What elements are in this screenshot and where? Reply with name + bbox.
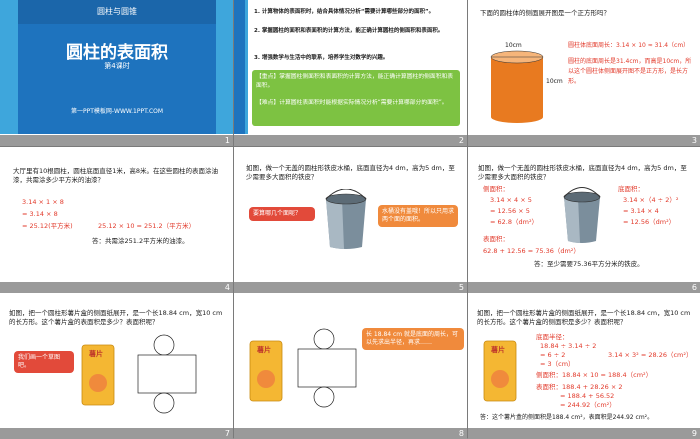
slide-number: 6 — [691, 283, 697, 292]
slide-9[interactable]: 如图，把一个圆柱形薯片盒的侧面纸展开，是一个长18.84 cm，宽10 cm的长… — [468, 293, 700, 439]
answer-line-1: 圆柱体底面周长：3.14 × 10 ≈ 31.4（cm） — [568, 42, 690, 49]
calc-line: 3.14 × 1 × 8 — [22, 198, 64, 206]
answer-text: 答：这个薯片盒的侧面积是188.4 cm²，表面积是244.92 cm²。 — [480, 414, 654, 421]
difficult-point: 【难点】计算圆柱表面积时能根据实际情况分析“需要计算哪部分的面积”。 — [256, 100, 448, 106]
calc-line: = 3.14 × 4 — [623, 207, 659, 215]
calc-line: = 188.4 + 56.52 — [560, 392, 615, 400]
slide-7[interactable]: 如图，把一个圆柱形薯片盒的侧面纸展开，是一个长18.84 cm，宽10 cm的长… — [0, 293, 233, 439]
bucket-icon — [322, 188, 370, 255]
speech-bubble-icon: 水桶没有盖哦！所以只用求两个面的面积。 — [378, 205, 458, 227]
surface-label: 表面积： — [483, 235, 509, 243]
calc-line: = 3.14 × 8 — [22, 210, 58, 218]
calc-line: = 12.56 × 5 — [490, 207, 530, 215]
footer-text: 第一PPT模板网-WWW.1PPT.COM — [70, 108, 164, 115]
answer-explanation: 圆柱的底面周长是31.4cm，而高是10cm，所以这个圆柱体侧面展开图不是正方形… — [568, 58, 692, 85]
base-area-line: 3.14 × 3² = 28.26（cm²） — [608, 351, 693, 359]
slide-number: 7 — [224, 429, 230, 438]
height-label: 10cm — [546, 78, 563, 85]
objective-3: 3. 增强数学与生活中的联系，培养学生对数学的兴趣。 — [254, 55, 389, 61]
calc-line: 25.12 × 10 = 251.2（平方米） — [98, 222, 196, 230]
can-label: 薯片 — [89, 350, 103, 358]
slide-number: 2 — [458, 136, 464, 145]
question-text: 如图，把一个圆柱形薯片盒的侧面纸展开，是一个长18.84 cm，宽10 cm的长… — [477, 309, 691, 326]
calc-line: 3.14 ×（4 ÷ 2）² — [623, 196, 679, 204]
answer-text: 答：共需涂251.2平方米的油漆。 — [92, 237, 189, 245]
side-label: 侧面积： — [483, 185, 509, 193]
slide-number: 4 — [224, 283, 230, 292]
slide-5[interactable]: 如图，做一个无盖的圆柱形铁皮水桶，底面直径为4 dm，高为5 dm，至少需要多大… — [234, 147, 467, 293]
key-point: 【重点】掌握圆柱侧面积和表面积的计算方法，能正确计算圆柱的侧面积和表面积。 — [256, 74, 454, 89]
question-text: 大厅里有10根圆柱，圆柱底面直径1米，高8米。在这些圆柱的表面涂油漆，共需涂多少… — [13, 167, 219, 184]
question-text: 如图，做一个无盖的圆柱形铁皮水桶，底面直径为4 dm，高为5 dm，至少需要多大… — [478, 164, 687, 181]
lesson-subtitle: 第4课时 — [104, 62, 130, 70]
calc-line: = 62.8（dm²） — [490, 218, 539, 226]
slide-2[interactable]: 1. 计算物体的表面积时，结合具体情况分析“需要计算哪些部分的面积”。 2. 掌… — [234, 0, 467, 146]
unit-title: 圆柱与圆锥 — [97, 7, 137, 16]
question-text: 如图，把一个圆柱形薯片盒的侧面纸展开，是一个长18.84 cm，宽10 cm的长… — [9, 309, 223, 326]
side-area-line: 侧面积：18.84 × 10 = 188.4（cm²） — [536, 371, 653, 379]
base-label: 底面积： — [618, 185, 644, 193]
question-text: 如图，做一个无盖的圆柱形铁皮水桶，底面直径为4 dm，高为5 dm，至少需要多大… — [246, 164, 455, 181]
slide-4[interactable]: 大厅里有10根圆柱，圆柱底面直径1米，高8米。在这些圆柱的表面涂油漆，共需涂多少… — [0, 147, 233, 293]
slide-number: 3 — [691, 136, 697, 145]
objective-2: 2. 掌握圆柱的面积和表面积的计算方法，能正确计算圆柱的侧面积和表面积。 — [254, 28, 444, 34]
radius-label: 底面半径： — [536, 333, 569, 341]
slide-number: 8 — [458, 429, 464, 438]
calc-line: 3.14 × 4 × 5 — [490, 196, 532, 204]
slide-8[interactable]: 薯片 长 18.84 cm 就是底面的周长，可以先求出半径，再求…… 8 — [234, 293, 467, 439]
calc-line: = 6 ÷ 2 — [540, 351, 566, 359]
lesson-title: 圆柱的表面积 — [66, 43, 168, 63]
speech-bubble-icon: 长 18.84 cm 就是底面的周长，可以先求出半径，再求…… — [362, 328, 464, 350]
net-diagram — [132, 333, 202, 419]
slide-1[interactable]: 圆柱与圆锥 圆柱的表面积 第4课时 第一PPT模板网-WWW.1PPT.COM … — [0, 0, 233, 146]
can-label: 薯片 — [491, 346, 505, 354]
diameter-label: 10cm — [505, 42, 522, 49]
calc-line: = 244.92（cm²） — [560, 401, 616, 409]
objective-1: 1. 计算物体的表面积时，结合具体情况分析“需要计算哪些部分的面积”。 — [254, 9, 435, 15]
question-text: 下面的圆柱体的侧面展开图是一个正方形吗？ — [480, 9, 610, 17]
slide-3[interactable]: 下面的圆柱体的侧面展开图是一个正方形吗？ 10cm 10cm 圆柱体底面周长：3… — [468, 0, 700, 146]
speech-bubble-icon: 我们画一个草图吧。 — [14, 351, 74, 373]
calc-line: = 12.56（dm²） — [623, 218, 676, 226]
net-diagram — [292, 327, 362, 413]
calc-line: 62.8 + 12.56 = 75.36（dm²） — [483, 247, 580, 255]
answer-text: 答：至少需要75.36平方分米的铁皮。 — [534, 260, 644, 268]
bucket-icon — [560, 187, 604, 249]
slide-6[interactable]: 如图，做一个无盖的圆柱形铁皮水桶，底面直径为4 dm，高为5 dm，至少需要多大… — [468, 147, 700, 293]
slide-number: 9 — [691, 429, 697, 438]
can-label: 薯片 — [257, 346, 271, 354]
surface-area-line: 表面积：188.4 + 28.26 × 2 — [536, 383, 623, 391]
calc-line: = 25.12(平方米) — [22, 222, 73, 230]
calc-line: = 3（cm） — [540, 360, 575, 368]
speech-bubble-icon: 要算哪几个面呢？ — [249, 207, 315, 221]
slide-number: 5 — [458, 283, 464, 292]
calc-line: 18.84 ÷ 3.14 ÷ 2 — [540, 342, 597, 350]
slide-number: 1 — [224, 136, 230, 145]
